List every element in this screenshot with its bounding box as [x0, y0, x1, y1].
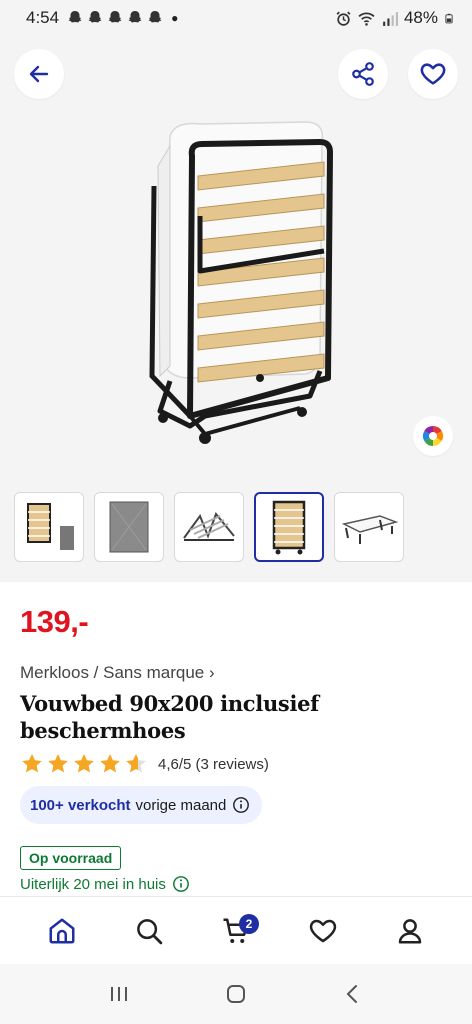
snapchat-icon: [68, 11, 82, 23]
color-options-button[interactable]: [413, 416, 453, 456]
thumb-unfolded-bed-image: [341, 515, 398, 544]
home-button-icon[interactable]: [224, 982, 248, 1006]
wifi-icon: [358, 12, 375, 26]
snapchat-icon: [108, 11, 122, 23]
status-bar: 4:54 ● 48%: [0, 0, 472, 36]
battery-icon: [445, 13, 453, 23]
nav-wishlist[interactable]: [298, 906, 348, 956]
nav-home[interactable]: [37, 906, 87, 956]
delivery-text: Uiterlijk 20 mei in huis: [20, 875, 166, 893]
signal-icon: [383, 11, 398, 26]
heart-icon: [310, 919, 337, 942]
info-icon[interactable]: [232, 796, 250, 814]
status-time: 4:54: [26, 8, 60, 27]
star-icon: [74, 754, 94, 773]
bottom-navigation: 2: [0, 896, 472, 964]
delivery-info: Uiterlijk 20 mei in huis: [20, 875, 190, 893]
thumb-cover-image: [109, 501, 149, 553]
rating-stars: [20, 752, 148, 776]
recent-apps-icon[interactable]: [107, 982, 131, 1006]
product-image[interactable]: [130, 116, 350, 446]
notification-icons: [67, 10, 163, 26]
thumb-bed-with-cover-image: [27, 503, 74, 550]
system-navigation: [0, 964, 472, 1024]
thumbnail-5[interactable]: [334, 492, 404, 562]
sold-period: vorige maand: [135, 796, 227, 814]
heart-icon: [420, 63, 446, 85]
stock-badge: Op voorraad: [20, 846, 122, 870]
sold-count-badge: 100+ verkocht vorige maand: [20, 786, 263, 824]
thumb-folded-bed-image: [272, 500, 306, 555]
sold-highlight: 100+ verkocht: [30, 796, 131, 814]
thumbnail-4[interactable]: [254, 492, 324, 562]
nav-search[interactable]: [124, 906, 174, 956]
product-gallery: [0, 36, 472, 582]
thumbnail-1[interactable]: [14, 492, 84, 562]
battery-percent: 48%: [403, 8, 438, 27]
star-icon: [22, 754, 42, 773]
brand-name: Merkloos / Sans marque: [20, 663, 205, 682]
back-nav-icon[interactable]: [341, 982, 365, 1006]
snapchat-icon: [148, 11, 162, 23]
more-notifications-dot: ●: [171, 11, 179, 25]
star-icon: [126, 754, 146, 773]
nav-cart[interactable]: 2: [211, 906, 261, 956]
user-icon: [399, 918, 422, 943]
brand-link[interactable]: Merkloos / Sans marque ›: [20, 663, 215, 683]
status-right: 48%: [335, 8, 454, 28]
share-button[interactable]: [338, 49, 388, 99]
thumb-frame-image: [183, 512, 235, 541]
back-button[interactable]: [14, 49, 64, 99]
home-icon: [49, 918, 75, 943]
share-icon: [352, 62, 374, 86]
arrow-left-icon: [29, 65, 49, 83]
favorite-button[interactable]: [408, 49, 458, 99]
snapchat-icon: [128, 11, 142, 23]
chevron-right-icon: ›: [208, 663, 215, 682]
rating-text: 4,6/5 (3 reviews): [158, 755, 269, 773]
product-rating[interactable]: 4,6/5 (3 reviews): [20, 752, 269, 776]
snapchat-icon: [88, 11, 102, 23]
alarm-icon: [336, 11, 351, 26]
star-icon: [48, 754, 68, 773]
thumbnail-3[interactable]: [174, 492, 244, 562]
cart-count-badge: 2: [238, 913, 259, 934]
star-icon: [100, 754, 120, 773]
color-wheel-icon: [422, 425, 444, 447]
thumbnail-2[interactable]: [94, 492, 164, 562]
info-icon[interactable]: [172, 875, 190, 893]
product-title: Vouwbed 90x200 inclusief beschermhoes: [20, 691, 319, 743]
nav-account[interactable]: [385, 906, 435, 956]
search-icon: [136, 918, 163, 944]
thumbnail-strip: [14, 492, 404, 562]
product-price: 139,-: [20, 604, 89, 639]
